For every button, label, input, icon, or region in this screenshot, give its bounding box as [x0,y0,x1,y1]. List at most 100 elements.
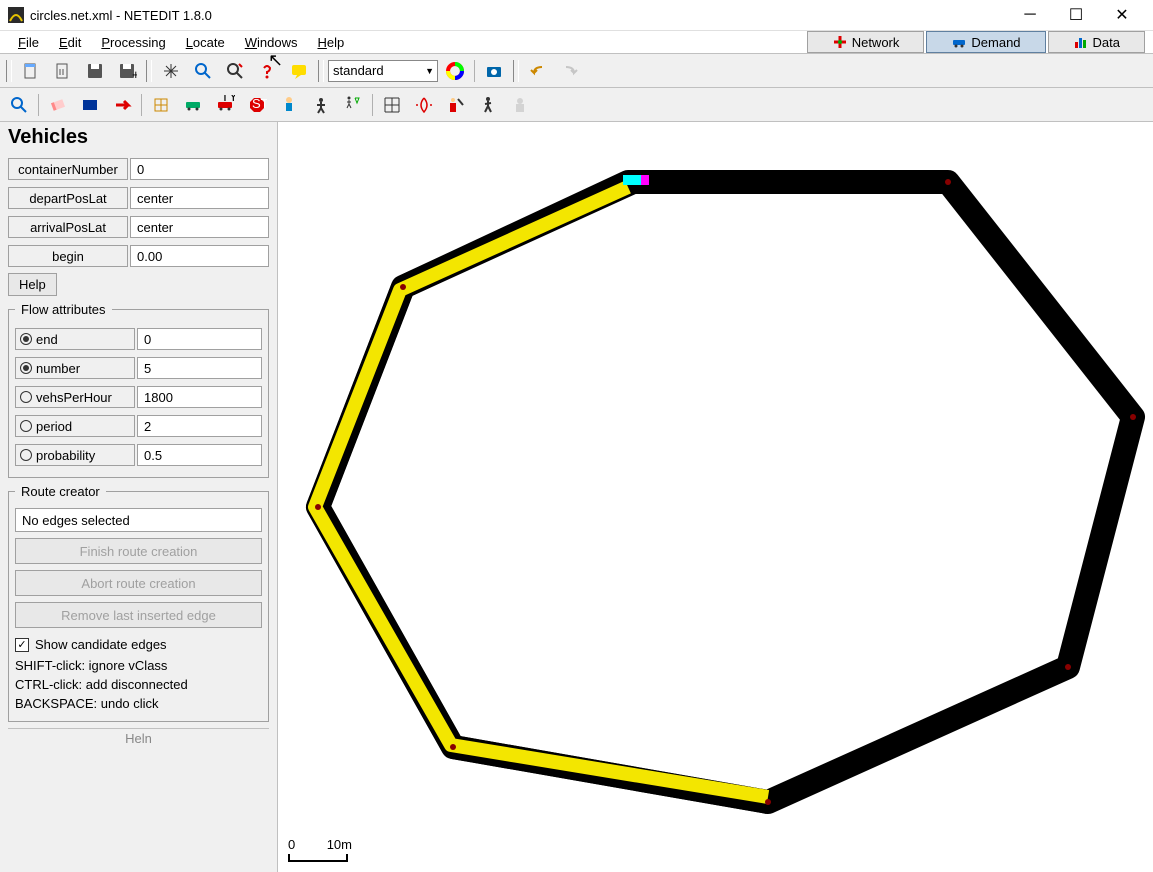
road-highlight [315,187,768,797]
sidebar: Vehicles containerNumber 0 departPosLat … [0,122,278,872]
lock-button[interactable] [505,91,535,119]
locate-button[interactable] [220,57,250,85]
new-file-button[interactable] [16,57,46,85]
save-as-button[interactable]: + [112,57,142,85]
person-mode-button[interactable] [306,91,336,119]
menu-processing[interactable]: Processing [91,33,175,52]
radio-icon [20,333,32,345]
toolbar-grip-2[interactable] [146,60,152,82]
panel-title: Vehicles [0,122,277,153]
radio-number[interactable]: number [15,357,135,379]
tooltips-button[interactable] [284,57,314,85]
row-containernumber: containerNumber 0 [8,156,269,182]
personplan-mode-button[interactable] [338,91,368,119]
app-icon [8,7,24,23]
value-period[interactable]: 2 [137,415,262,437]
row-probability: probability 0.5 [15,442,262,468]
select-mode-button[interactable] [75,91,105,119]
vehicle-marker-tail [641,175,649,185]
radio-probability[interactable]: probability [15,444,135,466]
creator-status: No edges selected [15,508,262,532]
junctionshape-button[interactable] [441,91,471,119]
remove-edge-button[interactable]: Remove last inserted edge [15,602,262,628]
undo-button[interactable] [523,57,553,85]
show-candidates-row[interactable]: ✓ Show candidate edges [15,637,262,652]
maximize-button[interactable]: ☐ [1053,0,1099,30]
row-number: number 5 [15,355,262,381]
grid-button[interactable] [377,91,407,119]
flow-attributes-group: Flow attributes end 0 number 5 vehsPerHo… [8,302,269,478]
vehicle-mode-button[interactable] [178,91,208,119]
radio-end[interactable]: end [15,328,135,350]
menu-file[interactable]: File [8,33,49,52]
svg-text:+: + [132,67,137,81]
color-wheel-button[interactable] [440,57,470,85]
row-arrivalposlat: arrivalPosLat center [8,214,269,240]
value-vehsperhour[interactable]: 1800 [137,386,262,408]
value-number[interactable]: 5 [137,357,262,379]
finish-route-button[interactable]: Finish route creation [15,538,262,564]
row-departposlat: departPosLat center [8,185,269,211]
value-begin[interactable]: 0.00 [130,245,269,267]
value-containernumber[interactable]: 0 [130,158,269,180]
radio-icon [20,362,32,374]
vtype-mode-button[interactable]: TYPE [210,91,240,119]
save-button[interactable] [80,57,110,85]
mode-network-label: Network [852,35,900,50]
recompute-button[interactable] [156,57,186,85]
radio-period[interactable]: period [15,415,135,437]
abort-route-button[interactable]: Abort route creation [15,570,262,596]
help-button[interactable]: Help [8,273,57,296]
spread-button[interactable] [409,91,439,119]
persontype-mode-button[interactable] [274,91,304,119]
flow-legend: Flow attributes [15,302,112,317]
zoom-button[interactable] [188,57,218,85]
move-mode-button[interactable] [107,91,137,119]
scheme-value: standard [333,63,384,78]
bottom-help-label: Heln [8,728,269,746]
help-toolbar-button[interactable] [252,57,282,85]
route-mode-button[interactable] [146,91,176,119]
junction-dot [945,179,951,185]
row-end: end 0 [15,326,262,352]
radio-icon [20,391,32,403]
menu-edit[interactable]: Edit [49,33,91,52]
close-button[interactable]: ✕ [1099,0,1145,30]
scheme-dropdown[interactable]: standard [328,60,438,82]
junction-dot [450,744,456,750]
radio-icon [20,420,32,432]
window-controls: ─ ☐ ✕ [1007,0,1145,30]
menu-locate[interactable]: Locate [176,33,235,52]
walk-button[interactable] [473,91,503,119]
value-probability[interactable]: 0.5 [137,444,262,466]
mode-demand-button[interactable]: Demand [926,31,1045,53]
canvas[interactable]: 010m [278,122,1153,872]
value-departposlat[interactable]: center [130,187,269,209]
svg-text:STOP: STOP [252,96,267,111]
screenshot-button[interactable] [479,57,509,85]
delete-mode-button[interactable] [43,91,73,119]
toolbar-grip-3[interactable] [318,60,324,82]
radio-vehsperhour[interactable]: vehsPerHour [15,386,135,408]
label-begin: begin [8,245,128,267]
toolbar-modes: TYPE STOP [0,88,1153,122]
road-left-base [318,182,768,802]
minimize-button[interactable]: ─ [1007,0,1053,30]
stop-mode-button[interactable]: STOP [242,91,272,119]
junction-dot [1130,414,1136,420]
data-icon [1073,34,1089,50]
menu-help[interactable]: Help [307,33,354,52]
hint-ctrl: CTRL-click: add disconnected [15,677,262,692]
value-arrivalposlat[interactable]: center [130,216,269,238]
row-period: period 2 [15,413,262,439]
open-file-button[interactable] [48,57,78,85]
inspect-mode-button[interactable] [4,91,34,119]
toolbar-grip-4[interactable] [513,60,519,82]
mode-network-button[interactable]: Network [807,31,925,53]
menu-windows[interactable]: Windows [235,33,308,52]
network-icon [832,34,848,50]
redo-button[interactable] [555,57,585,85]
toolbar-grip[interactable] [6,60,12,82]
value-end[interactable]: 0 [137,328,262,350]
mode-data-button[interactable]: Data [1048,31,1145,53]
